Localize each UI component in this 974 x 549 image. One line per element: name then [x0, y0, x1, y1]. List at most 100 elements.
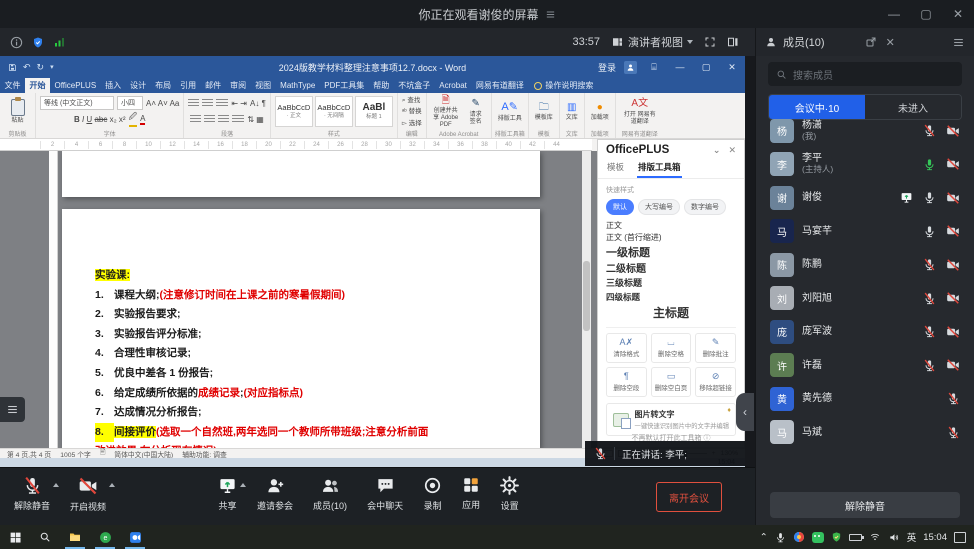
wifi-icon[interactable] — [869, 532, 881, 542]
tool-移除超链接[interactable]: ⊘移除超链接 — [695, 367, 736, 397]
quick-style-四级标题[interactable]: 四级标题 — [606, 291, 736, 304]
member-search-input[interactable]: 搜索成员 — [768, 62, 962, 86]
panel-collapse-handle[interactable]: ‹ — [736, 393, 754, 431]
unmute-button[interactable]: 解除静音 — [770, 492, 960, 518]
file-explorer-icon[interactable] — [60, 525, 90, 549]
ribbon-tab-审阅[interactable]: 审阅 — [226, 78, 251, 93]
undo-icon[interactable]: ↶ — [23, 62, 31, 73]
template-library-button[interactable]: 🗀 模板库 — [533, 102, 555, 122]
camera-off-icon[interactable] — [946, 224, 960, 238]
font-name-select[interactable]: 等线 (中文正文) — [40, 96, 114, 110]
popout-icon[interactable] — [865, 36, 877, 48]
ribbon-tab-帮助[interactable]: 帮助 — [369, 78, 394, 93]
qat-chevron-icon[interactable]: ▾ — [50, 63, 54, 71]
mic-active-icon[interactable] — [923, 158, 936, 171]
ribbon-tab-引用[interactable]: 引用 — [176, 78, 201, 93]
antivirus-icon[interactable] — [831, 531, 842, 543]
tool-删除空段[interactable]: ¶删除空段 — [606, 367, 647, 397]
page-indicator[interactable]: 第 4 页,共 4 页 — [7, 449, 51, 459]
style-preview-2[interactable]: AaBbCcD· 无间隔 — [315, 96, 353, 127]
tool-删除批注[interactable]: ✎删除批注 — [695, 333, 736, 363]
replace-button[interactable]: ᵃᵇ 替换 — [402, 106, 422, 117]
addin-button[interactable]: ● 加载项 — [589, 102, 611, 122]
sign-in-label[interactable]: 登录 — [598, 61, 616, 74]
camera-off-icon[interactable] — [946, 258, 960, 272]
tool-删除空格[interactable]: ⌴删除空格 — [651, 333, 692, 363]
control-cam-muted[interactable]: 开启视频 — [70, 476, 106, 513]
member-row-谢俊[interactable]: 谢谢俊 — [756, 181, 974, 215]
control-members[interactable]: 成员(10) — [313, 476, 347, 513]
meeting-info-icon[interactable] — [10, 36, 23, 49]
paste-button[interactable]: 粘贴 — [9, 99, 27, 125]
style-chip-默认[interactable]: 默认 — [606, 199, 634, 215]
account-avatar[interactable] — [624, 61, 637, 74]
officeplus-tab-template[interactable]: 模板 — [606, 159, 625, 178]
caret-up-icon[interactable] — [53, 483, 59, 487]
tool-删除空白页[interactable]: ▭删除空白页 — [651, 367, 692, 397]
member-row-马斌[interactable]: 马马斌 — [756, 416, 974, 450]
horizontal-ruler[interactable]: 2468101214161820222426283032343638404244 — [0, 139, 592, 151]
wechat-icon[interactable] — [812, 532, 824, 543]
officeplus-tab-toolbox[interactable]: 排版工具箱 — [637, 159, 682, 178]
start-button[interactable] — [0, 525, 30, 549]
tool-清除格式[interactable]: A✗清除格式 — [606, 333, 647, 363]
document-scrollbar[interactable] — [582, 151, 591, 448]
member-row-黄先德[interactable]: 黄黄先德 — [756, 382, 974, 416]
meeting-app-icon[interactable] — [120, 525, 150, 549]
control-record[interactable]: 录制 — [423, 476, 442, 513]
ribbon-tab-文件[interactable]: 文件 — [0, 78, 25, 93]
mic-muted-icon[interactable] — [947, 426, 960, 439]
pane-collapse-icon[interactable]: ⌄ — [713, 145, 721, 156]
side-panel-icon[interactable] — [727, 36, 739, 48]
ribbon-tab-邮件[interactable]: 邮件 — [201, 78, 226, 93]
tray-expand-icon[interactable]: ⌃ — [760, 532, 768, 543]
ribbon-tab-网易有道翻译[interactable]: 网易有道翻译 — [471, 78, 528, 93]
member-row-陈鹏[interactable]: 陈陈鹏 — [756, 248, 974, 282]
ribbon-tab-PDF工具集[interactable]: PDF工具集 — [320, 78, 369, 93]
camera-off-icon[interactable] — [946, 157, 960, 171]
request-signature-button[interactable]: ✎ 请求 签名 — [465, 98, 487, 125]
control-invite[interactable]: 邀请参会 — [257, 476, 293, 513]
style-preview-1[interactable]: AaBbCcD· 正文 — [275, 96, 313, 127]
member-row-庞军波[interactable]: 庞庞军波 — [756, 315, 974, 349]
member-row-许磊[interactable]: 许许磊 — [756, 349, 974, 383]
select-button[interactable]: ▻ 选择 — [402, 118, 422, 129]
panel-close-icon[interactable]: ✕ — [886, 36, 895, 49]
minimize-button[interactable]: — — [878, 0, 910, 28]
view-mode-selector[interactable]: 演讲者视图 — [611, 34, 693, 50]
camera-off-icon[interactable] — [946, 291, 960, 305]
qq-icon[interactable] — [793, 531, 805, 543]
mic-muted-icon[interactable] — [947, 392, 960, 405]
style-preview-3[interactable]: AaBl标题 1 — [355, 96, 393, 127]
taskbar-search-icon[interactable] — [30, 525, 60, 549]
caret-up-icon[interactable] — [240, 483, 246, 487]
pin-list-icon[interactable] — [545, 9, 556, 20]
control-apps[interactable]: 应用 — [462, 476, 480, 513]
ribbon-tab-不坑盒子[interactable]: 不坑盒子 — [394, 78, 435, 93]
pane-close-icon[interactable]: ✕ — [728, 145, 736, 156]
clock[interactable]: 15:04 — [923, 532, 947, 543]
quick-style-主标题[interactable]: 主标题 — [606, 304, 736, 323]
layout-tool-button[interactable]: A✎ 排版工具 — [496, 101, 524, 123]
word-minimize-button[interactable]: — — [671, 62, 689, 72]
mic-muted-icon[interactable] — [923, 359, 936, 372]
font-format-icons[interactable]: B I U abc x₂ x² 🖉 A — [74, 111, 146, 127]
vertical-ruler[interactable] — [49, 151, 58, 448]
mic-on-icon[interactable] — [923, 225, 936, 238]
camera-off-icon[interactable] — [946, 124, 960, 138]
wenku-button[interactable]: ▥ 文库 — [564, 102, 580, 122]
quick-style-二级标题[interactable]: 二级标题 — [606, 262, 736, 278]
security-shield-icon[interactable] — [32, 36, 44, 49]
style-chip-大写编号[interactable]: 大写编号 — [638, 199, 680, 215]
quick-style-一级标题[interactable]: 一级标题 — [606, 245, 736, 262]
control-share[interactable]: 共享 — [218, 476, 237, 513]
word-count[interactable]: 1005 个字 — [60, 449, 91, 459]
image-to-text-card[interactable]: 图片转文字 一键快速识别图片中的文字并编辑 ♦ — [606, 403, 736, 436]
notification-center-icon[interactable] — [954, 532, 966, 543]
ribbon-tab-OfficePLUS[interactable]: OfficePLUS — [50, 78, 101, 93]
ribbon-tab-Acrobat[interactable]: Acrobat — [435, 78, 472, 93]
close-button[interactable]: ✕ — [942, 0, 974, 28]
control-chat[interactable]: 会中聊天 — [367, 476, 403, 513]
style-chip-数字编号[interactable]: 数字编号 — [684, 199, 726, 215]
ribbon-tab-MathType[interactable]: MathType — [276, 78, 320, 93]
